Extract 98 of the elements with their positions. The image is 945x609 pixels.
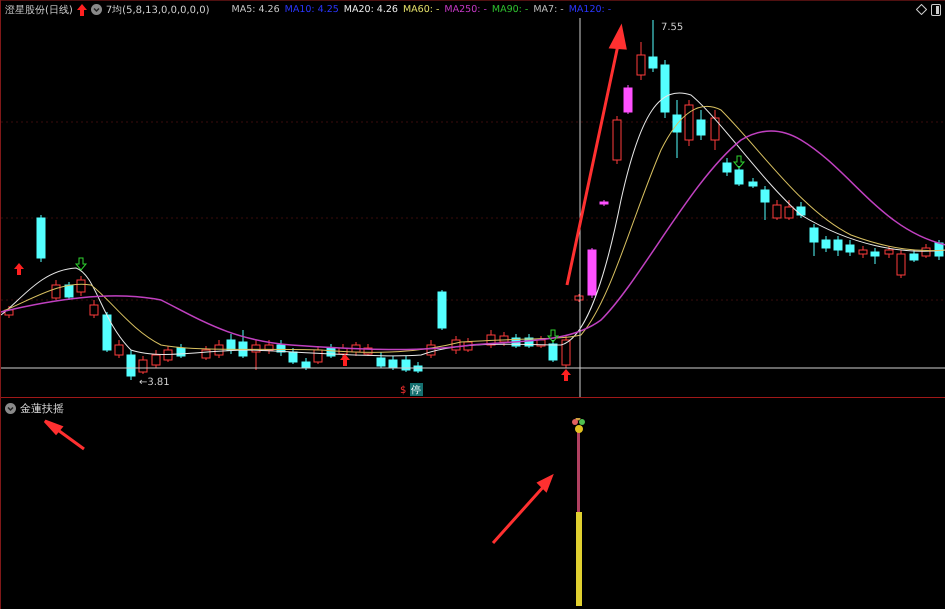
- indicator-title: 金蓮扶摇: [20, 400, 64, 416]
- candlestick: [922, 244, 930, 258]
- ma-legend-item: MA10: 4.25: [284, 4, 339, 15]
- collapse-icon[interactable]: [5, 402, 16, 414]
- candlestick: [152, 350, 160, 368]
- candlestick: [4, 306, 14, 318]
- down-arrow-icon: [732, 156, 746, 169]
- candlestick: [238, 330, 248, 358]
- candlestick: [276, 340, 286, 356]
- annotation-arrow: [44, 420, 86, 450]
- candlestick: [636, 42, 646, 80]
- candlestick: [870, 248, 880, 264]
- ma-legend-item: MA120: -: [568, 4, 612, 15]
- candlestick: [548, 340, 558, 362]
- candlestick: [464, 338, 472, 352]
- candlestick: [772, 200, 782, 220]
- candlestick: [102, 312, 112, 352]
- candlestick: [438, 290, 446, 330]
- ma-legend-item: MA5: 4.26: [232, 4, 280, 15]
- candlestick: [822, 236, 830, 252]
- candlestick: [846, 240, 854, 256]
- candlestick: [352, 342, 360, 356]
- candlestick: [834, 236, 842, 256]
- candlestick: [164, 346, 172, 362]
- candlestick: [512, 334, 520, 348]
- candlestick: [302, 358, 310, 370]
- candlestick: [524, 334, 534, 348]
- signal-mark: $: [400, 385, 406, 396]
- candlestick: [126, 350, 136, 380]
- halt-badge: 停: [410, 383, 423, 396]
- candlestick: [810, 224, 818, 256]
- low-price-label: ←3.81: [139, 377, 170, 388]
- candlestick: [710, 110, 720, 150]
- down-arrow-icon: [546, 330, 560, 343]
- candlestick: [402, 356, 410, 372]
- candlestick: [748, 178, 758, 188]
- candlestick: [376, 352, 386, 368]
- candlestick: [138, 356, 148, 374]
- candlestick: [52, 280, 60, 300]
- candlestick: [114, 340, 124, 358]
- candlestick: [288, 348, 298, 364]
- candlestick: [202, 346, 210, 360]
- ma-legend-item: MA60: -: [402, 4, 440, 15]
- candlestick: [660, 60, 670, 118]
- up-arrow-icon: [340, 354, 350, 366]
- candlestick: [934, 240, 944, 260]
- ma-legend-item: MA7: -: [533, 4, 564, 15]
- candlestick: [760, 186, 770, 220]
- candlestick: [64, 282, 74, 300]
- candlestick: [588, 248, 596, 298]
- candlestick: [314, 346, 322, 364]
- ma-legend-item: MA250: -: [444, 4, 487, 15]
- candlestick: [696, 110, 706, 140]
- candlestick: [326, 344, 336, 358]
- candlestick: [722, 158, 732, 176]
- candlestick: [452, 336, 460, 354]
- candlestick: [364, 344, 372, 356]
- candlestick: [910, 250, 918, 262]
- indicator-params: 7均(5,8,13,0,0,0,0,0): [106, 4, 210, 16]
- ma-legend-item: MA90: -: [492, 4, 528, 15]
- candlestick: [252, 340, 260, 370]
- candlestick: [672, 100, 682, 158]
- candlestick: [264, 340, 274, 354]
- candlestick: [36, 214, 46, 262]
- candlestick: [414, 362, 422, 374]
- candlestick: [612, 116, 622, 164]
- high-price-label: 7.55: [661, 22, 684, 33]
- up-arrow-icon: [76, 4, 87, 16]
- up-arrow-icon: [14, 263, 24, 275]
- candlestick: [648, 20, 658, 72]
- candlestick: [176, 344, 186, 358]
- down-arrow-icon: [74, 258, 88, 271]
- candlestick: [574, 294, 584, 302]
- candlestick: [734, 166, 744, 186]
- candlestick: [388, 356, 398, 370]
- diamond-icon[interactable]: [916, 4, 927, 15]
- candlestick: [796, 202, 806, 218]
- candlestick: [426, 340, 436, 358]
- candlestick: [684, 100, 694, 146]
- candlestick: [536, 336, 546, 348]
- candlestick: [624, 84, 632, 114]
- candlestick: [486, 330, 496, 348]
- candlestick: [562, 336, 570, 368]
- candlestick: [884, 246, 894, 258]
- candlestick: [226, 334, 236, 354]
- candlestick: [784, 200, 794, 220]
- candlestick: [500, 332, 508, 346]
- up-arrow-icon: [561, 369, 571, 381]
- candlestick: [90, 300, 98, 318]
- ma-legend-item: MA20: 4.26: [344, 4, 398, 15]
- annotation-arrow: [492, 474, 554, 544]
- panel-icon[interactable]: [931, 4, 941, 16]
- candlestick: [858, 246, 868, 258]
- collapse-icon[interactable]: [90, 4, 102, 15]
- candlestick: [76, 276, 86, 296]
- stock-title: 澄星股份(日线): [5, 4, 73, 16]
- candlestick: [896, 250, 906, 278]
- candlestick: [214, 340, 224, 358]
